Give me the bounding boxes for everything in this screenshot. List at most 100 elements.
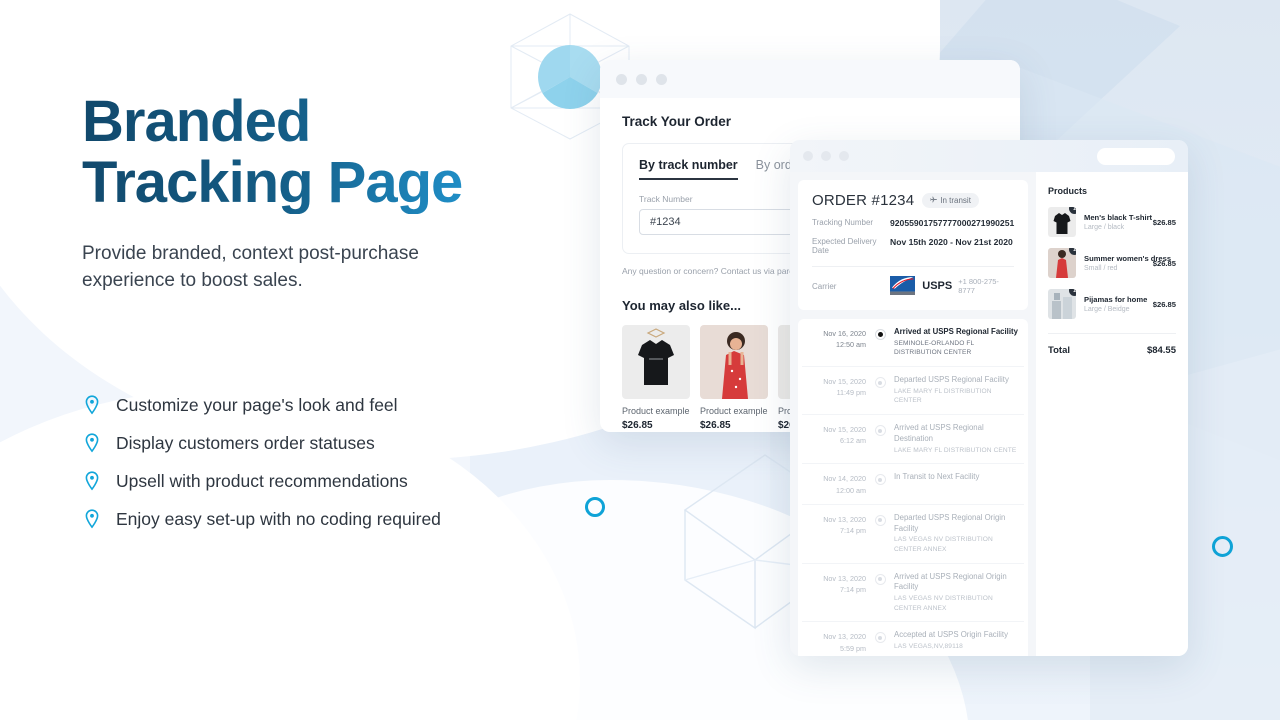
timeline-date: Nov 15, 2020 6:12 am — [808, 423, 866, 446]
product-name: Men's black T-shirt — [1084, 213, 1153, 222]
timeline-row: Nov 16, 2020 12:50 am Arrived at USPS Re… — [802, 319, 1024, 367]
recommendation-price: $26.85 — [700, 420, 731, 431]
tracking-number-value: 92055901757777000271990251 — [890, 218, 1015, 228]
timeline-date-text: Nov 14, 2020 — [823, 474, 866, 484]
usps-logo-icon — [890, 276, 916, 296]
total-value: $84.55 — [1146, 345, 1176, 356]
hero-section: Branded Tracking Page Provide branded, c… — [82, 92, 582, 295]
feature-label: Upsell with product recommendations — [116, 470, 408, 491]
timeline-title: Arrived at USPS Regional Origin Facility — [894, 571, 1007, 592]
timeline-date-text: Nov 13, 2020 — [823, 632, 866, 642]
map-pin-icon — [84, 395, 100, 415]
carrier-label: Carrier — [812, 281, 837, 291]
timeline-title: Accepted at USPS Origin Facility — [894, 630, 1008, 640]
timeline-detail: LAKE MARY FL DISTRIBUTION CENTER — [894, 387, 992, 405]
timeline-time-text: 5:59 pm — [840, 643, 866, 653]
feature-item: Customize your page's look and feel — [84, 386, 441, 424]
timeline-date: Nov 16, 2020 12:50 am — [808, 327, 866, 350]
timeline-date-text: Nov 15, 2020 — [823, 425, 866, 434]
recommendation-card[interactable]: Product example $26.85 — [700, 325, 768, 431]
product-thumbnail-black-tshirt — [622, 325, 690, 399]
timeline-detail: LAS VEGAS NV DISTRIBUTION CENTER ANNEX — [894, 536, 993, 554]
timeline-row: Nov 13, 2020 7:14 pm Departed USPS Regio… — [802, 505, 1024, 564]
map-pin-icon — [84, 471, 100, 491]
feature-list: Customize your page's look and feel Disp… — [84, 386, 441, 538]
carrier-name: USPS — [922, 280, 953, 292]
order-summary-card: ORDER #1234 In transit Tracking Number 9… — [798, 180, 1028, 310]
hero-subtitle: Provide branded, context post-purchase e… — [82, 242, 419, 292]
timeline-row: Nov 15, 2020 11:49 pm Departed USPS Regi… — [802, 367, 1024, 415]
browser-chrome-bar-front — [790, 140, 1188, 172]
product-thumbnail-red-dress — [700, 325, 768, 399]
timeline-date-text: Nov 13, 2020 — [823, 514, 866, 524]
decorative-ring-small-2 — [1212, 536, 1233, 557]
timeline-time-text: 7:14 pm — [840, 525, 866, 535]
timeline-title: Arrived at USPS Regional Facility — [894, 327, 1018, 336]
product-row: 1 Summer women's dress Small / red $26.8… — [1048, 248, 1176, 278]
map-pin-icon — [84, 509, 100, 529]
timeline-row: Nov 13, 2020 7:14 pm Arrived at USPS Reg… — [802, 564, 1024, 623]
recommendation-card[interactable]: Product example $26.85 — [622, 325, 690, 431]
order-detail-window: ORDER #1234 In transit Tracking Number 9… — [790, 140, 1188, 656]
timeline-detail: LAS VEGAS,NV,89118 — [894, 643, 963, 651]
window-dot-minimize-icon[interactable] — [636, 73, 647, 85]
timeline-date-text: Nov 13, 2020 — [823, 573, 866, 583]
timeline-marker — [866, 472, 894, 486]
timeline-marker — [866, 513, 894, 526]
recommendation-price: $26.85 — [622, 420, 653, 431]
product-row: 1 Pijamas for home Large / Beidge $26.85 — [1048, 289, 1176, 319]
browser-chrome-bar — [600, 60, 1020, 98]
feature-item: Display customers order statuses — [84, 424, 441, 462]
timeline-marker — [866, 423, 894, 436]
page-title-line-2: Tracking Page — [82, 149, 463, 215]
product-variant: Large / black — [1084, 224, 1125, 231]
timeline-row: Nov 14, 2020 12:00 am In Transit to Next… — [802, 464, 1024, 505]
recommendation-name: Product example — [622, 406, 690, 416]
product-name: Summer women's dress — [1084, 254, 1172, 263]
timeline-title: In Transit to Next Facility — [894, 472, 980, 482]
products-panel: Products 1 Men's black T-shirt Large / b… — [1036, 172, 1188, 656]
expected-delivery-value: Nov 15th 2020 - Nov 21st 2020 — [890, 237, 1013, 247]
page-title: Branded Tracking Page — [82, 92, 582, 214]
timeline-date: Nov 15, 2020 11:49 pm — [808, 375, 866, 398]
track-order-heading: Track Your Order — [622, 114, 732, 129]
carrier-row: Carrier USPS +1 800-275-8777 — [812, 276, 1014, 296]
timeline-title: Departed USPS Regional Facility — [894, 375, 1009, 384]
timeline-marker — [866, 630, 894, 644]
timeline-time-text: 6:12 am — [840, 436, 866, 446]
timeline-marker — [866, 572, 894, 585]
feature-label: Customize your page's look and feel — [116, 394, 398, 415]
window-dot-minimize-icon[interactable] — [821, 151, 831, 161]
tab-by-track-number[interactable]: By track number — [639, 158, 738, 180]
timeline-detail: SEMINOLE-ORLANDO FL DISTRIBUTION CENTER — [894, 339, 975, 357]
tracking-number-label: Tracking Number — [812, 218, 874, 227]
window-dot-maximize-icon[interactable] — [839, 151, 849, 161]
product-thumbnail-pajamas: 1 — [1048, 289, 1076, 319]
products-heading: Products — [1048, 186, 1088, 196]
carrier-phone: +1 800-275-8777 — [958, 277, 999, 295]
decorative-ring-small — [585, 497, 605, 517]
status-badge: In transit — [922, 193, 979, 208]
window-dot-close-icon[interactable] — [803, 151, 813, 161]
airplane-icon — [930, 196, 938, 205]
timeline-detail: LAKE MARY FL DISTRIBUTION CENTE — [894, 446, 1017, 454]
products-divider — [1048, 333, 1176, 334]
timeline-date: Nov 13, 2020 7:14 pm — [808, 572, 866, 595]
timeline-date-text: Nov 15, 2020 — [823, 377, 866, 386]
timeline-date: Nov 13, 2020 7:14 pm — [808, 513, 866, 536]
window-dot-maximize-icon[interactable] — [656, 73, 667, 85]
tracking-timeline: Nov 16, 2020 12:50 am Arrived at USPS Re… — [798, 319, 1028, 656]
timeline-time-text: 12:50 am — [836, 340, 866, 350]
product-variant: Large / Beidge — [1084, 306, 1130, 313]
timeline-time-text: 12:00 am — [836, 485, 866, 495]
tracking-number-row: Tracking Number 920559017577770002719902… — [812, 218, 1014, 228]
timeline-date: Nov 13, 2020 5:59 pm — [808, 630, 866, 653]
card-divider — [812, 266, 1014, 267]
timeline-time-text: 7:14 pm — [840, 584, 866, 594]
product-price: $26.85 — [1152, 258, 1176, 268]
window-dot-close-icon[interactable] — [616, 73, 627, 85]
timeline-detail: LAS VEGAS NV DISTRIBUTION CENTER ANNEX — [894, 595, 993, 612]
page-title-line-1: Branded — [82, 89, 311, 154]
product-row: 1 Men's black T-shirt Large / black $26.… — [1048, 207, 1176, 237]
url-bar[interactable] — [1097, 147, 1175, 165]
